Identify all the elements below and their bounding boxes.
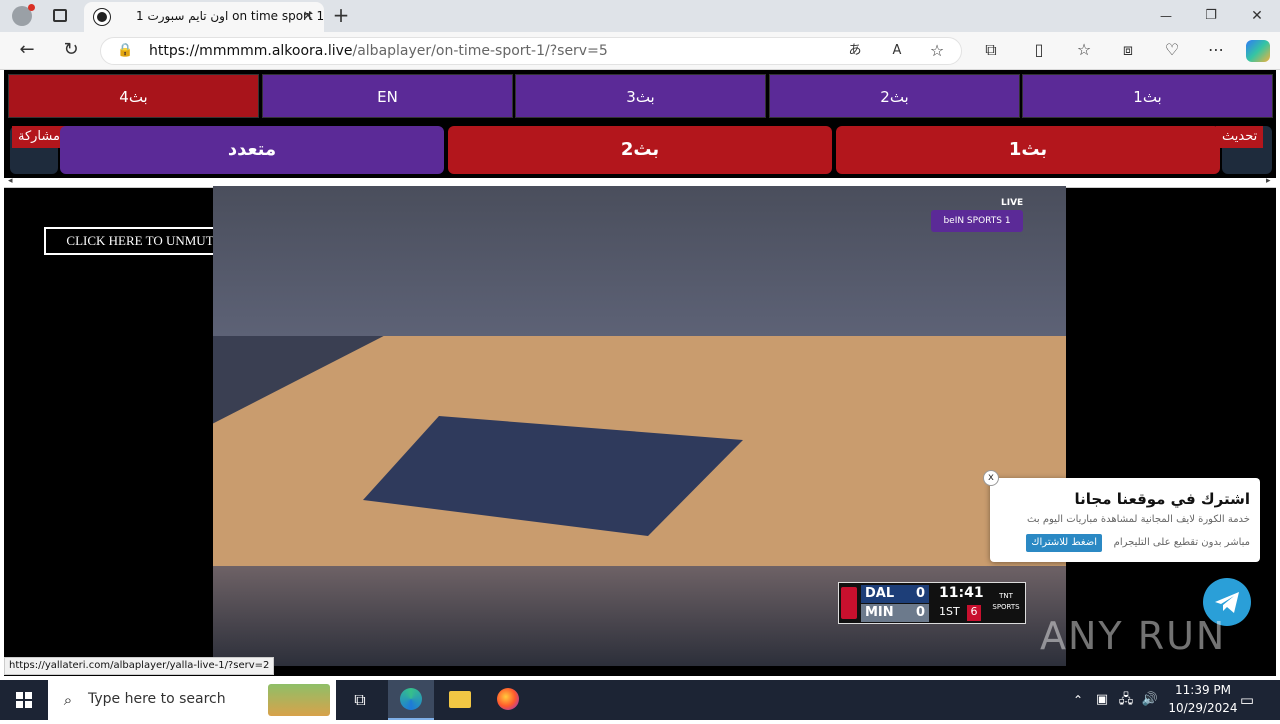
tab-bar: اون تايم سبورت 1 on time sport 1 ✕ + — ❐… [0, 0, 1280, 32]
clock-date[interactable]: 10/29/2024 [1164, 701, 1242, 715]
page-content: بث4 EN بث3 بث2 بث1 مشاركة تحديث متعدد بث… [0, 70, 1280, 680]
close-window-icon[interactable]: ✕ [1245, 6, 1269, 26]
search-icon: ⌕ [63, 691, 73, 709]
minimize-icon[interactable]: — [1154, 6, 1178, 26]
address-bar: ← ↻ 🔒 https://mmmmm.alkoora.live/albapla… [0, 32, 1280, 70]
read-aloud-icon[interactable]: A [887, 41, 907, 61]
video-player[interactable]: beIN SPORTS 1 LIVE DAL 0 MIN 0 11:41 1ST… [213, 186, 1066, 666]
taskbar-search-text: Type here to search [88, 691, 226, 707]
live-badge: LIVE [1001, 198, 1024, 208]
collections-icon[interactable]: ⧈ [1117, 40, 1139, 60]
extensions-icon[interactable]: ⧉ [980, 40, 1002, 60]
popup-title: اشترك في موقعنا مجانا [1074, 490, 1251, 508]
scroll-right-icon[interactable]: ▸ [1266, 176, 1271, 186]
url-field[interactable]: 🔒 https://mmmmm.alkoora.live/albaplayer/… [100, 37, 962, 65]
tab-actions-icon[interactable] [53, 9, 67, 22]
league-logo [841, 587, 857, 619]
split-screen-icon[interactable]: ▯ [1028, 40, 1050, 60]
windows-logo-icon [16, 692, 32, 708]
main-button-stream-1[interactable]: بث1 [836, 126, 1220, 174]
copilot-icon[interactable] [1246, 40, 1270, 62]
team2-row: MIN 0 [861, 604, 929, 622]
channel-logo: beIN SPORTS 1 [931, 210, 1023, 232]
network-logo: TNT SPORTS [992, 592, 1020, 611]
notification-center-icon[interactable]: ▭ [1236, 690, 1258, 710]
search-highlight-icon [268, 684, 330, 716]
server-button-1[interactable]: بث1 [1022, 74, 1273, 118]
start-button[interactable] [0, 680, 48, 720]
share-label[interactable]: مشاركة [12, 126, 66, 148]
volume-icon[interactable]: 🔊 [1141, 690, 1159, 710]
file-explorer-icon[interactable] [449, 691, 471, 708]
subscribe-popup: اشترك في موقعنا مجانا خدمة الكورة لايف ا… [990, 478, 1260, 562]
firefox-icon[interactable] [497, 688, 519, 710]
server-button-3[interactable]: بث3 [515, 74, 766, 118]
popup-subscribe-button[interactable]: اضغط للاشتراك [1026, 534, 1102, 552]
favorites-icon[interactable]: ☆ [1073, 40, 1095, 60]
status-bar-url: https://yallateri.com/albaplayer/yalla-l… [4, 657, 275, 675]
crowd-area [213, 186, 1066, 336]
tab-close-icon[interactable]: ✕ [298, 7, 318, 27]
url-text: https://mmmmm.alkoora.live/albaplayer/on… [149, 43, 608, 59]
tab-active[interactable]: اون تايم سبورت 1 on time sport 1 ✕ [84, 2, 324, 32]
scoreboard: DAL 0 MIN 0 11:41 1ST 6 TNT SPORTS [838, 582, 1026, 624]
shot-clock: 6 [967, 605, 981, 621]
network-icon[interactable]: 🖧 [1117, 690, 1135, 710]
tab-title: اون تايم سبورت 1 on time sport 1 [136, 9, 325, 23]
server-button-4[interactable]: بث4 [8, 74, 259, 118]
clock-time[interactable]: 11:39 PM [1172, 683, 1234, 697]
anyrun-watermark: ANY RUN [1040, 614, 1227, 658]
popup-close-button[interactable]: x [983, 470, 999, 486]
main-button-multi[interactable]: متعدد [60, 126, 444, 174]
favorite-star-icon[interactable]: ☆ [927, 41, 947, 61]
edge-taskbar-button[interactable] [388, 680, 434, 720]
game-clock: 11:41 [939, 585, 984, 601]
refresh-label[interactable]: تحديث [1216, 126, 1264, 148]
tray-app-icon[interactable]: ▣ [1094, 690, 1110, 710]
server-button-en[interactable]: EN [262, 74, 513, 118]
server-button-2[interactable]: بث2 [769, 74, 1020, 118]
team2-score: 0 [915, 605, 925, 620]
reload-icon[interactable]: ↻ [60, 40, 82, 60]
team1-row: DAL 0 [861, 585, 929, 603]
edge-icon [400, 688, 422, 710]
browser-essentials-icon[interactable]: ♡ [1161, 40, 1183, 60]
main-button-stream-2[interactable]: بث2 [448, 126, 832, 174]
game-period: 1ST [939, 605, 960, 618]
team1-name: DAL [865, 586, 895, 601]
taskbar: ⌕ Type here to search ⧉ ⌃ ▣ 🖧 🔊 11:39 PM… [0, 680, 1280, 720]
task-view-icon[interactable]: ⧉ [349, 690, 371, 710]
team2-name: MIN [865, 605, 894, 620]
soccer-ball-icon [94, 9, 110, 25]
team1-score: 0 [915, 586, 925, 601]
new-tab-icon[interactable]: + [330, 5, 352, 25]
popup-line-1: خدمة الكورة لايف المجانية لمشاهدة مباريا… [1027, 514, 1250, 525]
popup-line-2: مباشر بدون تقطيع على التليجرام [1113, 537, 1250, 548]
translate-icon[interactable]: あ [845, 41, 865, 61]
more-menu-icon[interactable]: ⋯ [1205, 40, 1227, 60]
back-icon[interactable]: ← [16, 40, 38, 60]
notification-dot-icon [28, 4, 35, 11]
lock-icon: 🔒 [117, 43, 134, 58]
taskbar-search[interactable]: ⌕ Type here to search [48, 680, 336, 720]
scroll-left-icon[interactable]: ◂ [8, 176, 13, 186]
maximize-icon[interactable]: ❐ [1199, 6, 1223, 26]
channel-name: beIN SPORTS 1 [943, 216, 1011, 226]
tray-chevron-icon[interactable]: ⌃ [1070, 690, 1086, 710]
